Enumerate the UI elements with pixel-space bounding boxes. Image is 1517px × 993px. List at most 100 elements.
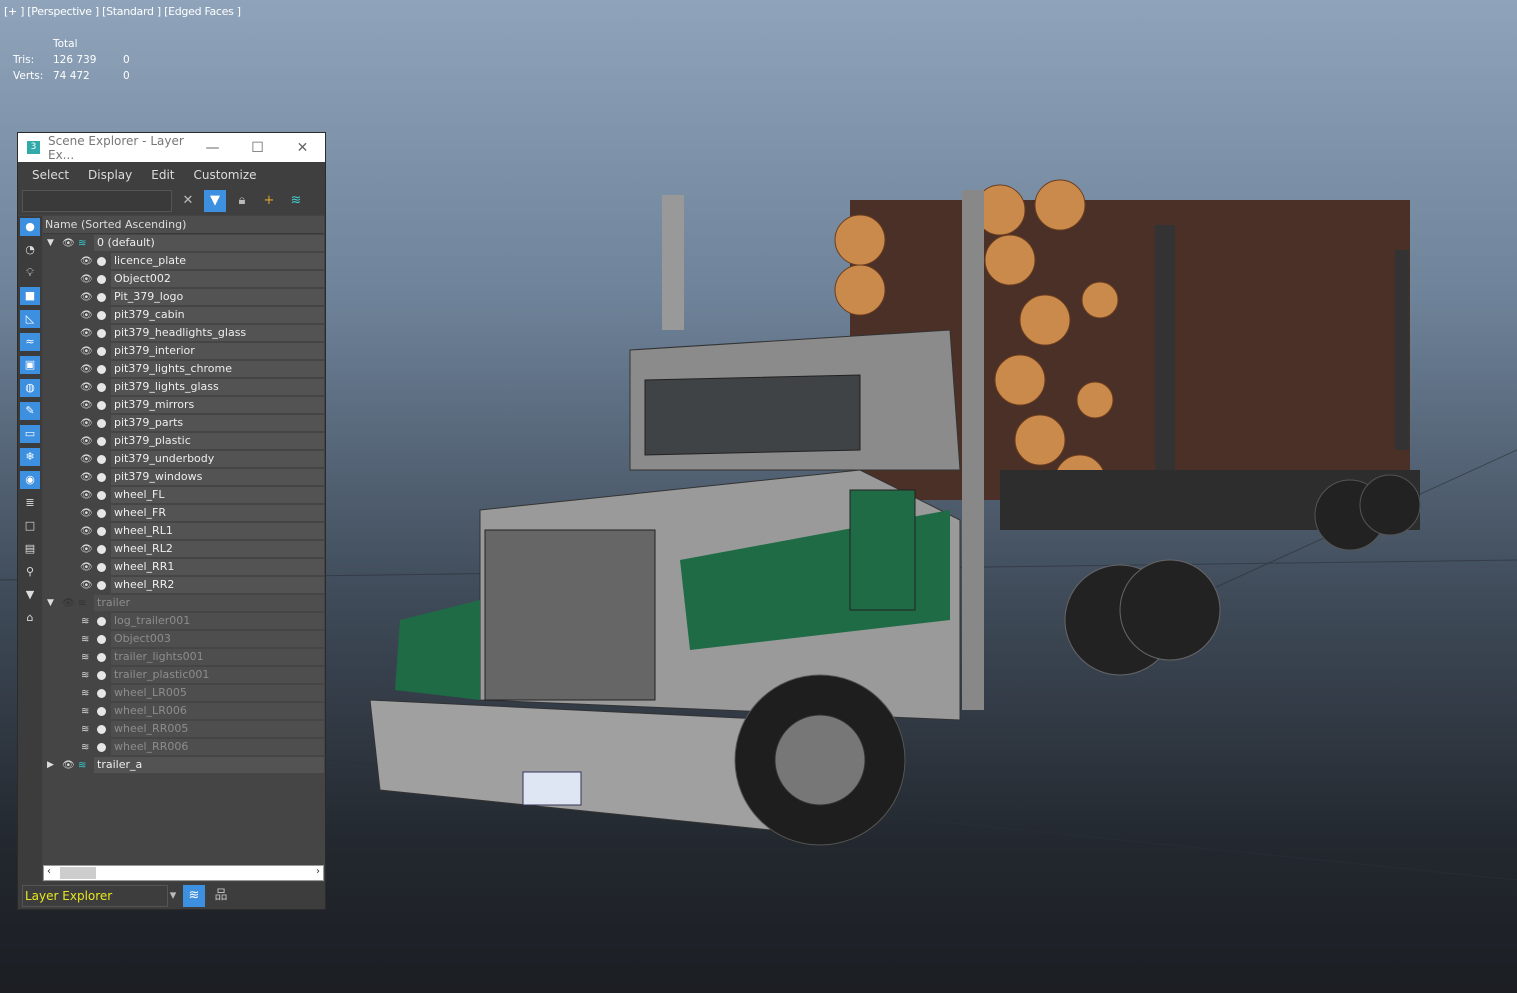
- filter-icon[interactable]: ▼: [204, 190, 226, 212]
- visibility-eye-icon[interactable]: 👁︎: [80, 292, 93, 303]
- object-dot-icon[interactable]: [97, 382, 106, 392]
- tree-row[interactable]: ≋ wheel_LR005: [43, 684, 324, 702]
- tree-row[interactable]: ≋ wheel_RR006: [43, 738, 324, 756]
- menu-select[interactable]: Select: [32, 168, 69, 182]
- object-dot-icon[interactable]: [97, 562, 106, 572]
- tree-row[interactable]: 👁︎ wheel_RL1: [43, 522, 324, 540]
- object-dot-icon[interactable]: [97, 310, 106, 320]
- visibility-eye-icon[interactable]: 👁︎: [80, 274, 93, 285]
- tree-row[interactable]: ≋ trailer_plastic001: [43, 666, 324, 684]
- tree-row[interactable]: 👁︎ wheel_FR: [43, 504, 324, 522]
- geometry-filter-icon[interactable]: ●: [20, 218, 40, 236]
- object-dot-icon[interactable]: [97, 508, 106, 518]
- visibility-eye-icon[interactable]: 👁︎: [80, 328, 93, 339]
- layer-stack-icon[interactable]: ≋: [81, 652, 89, 663]
- object-name[interactable]: pit379_windows: [111, 469, 324, 485]
- close-button[interactable]: ✕: [280, 140, 325, 156]
- object-dot-icon[interactable]: [97, 274, 106, 284]
- object-name[interactable]: wheel_LR006: [111, 703, 324, 719]
- clear-search-icon[interactable]: ✕: [177, 190, 199, 212]
- object-name[interactable]: pit379_underbody: [111, 451, 324, 467]
- layer-name[interactable]: trailer: [94, 595, 324, 611]
- search-input[interactable]: [22, 190, 172, 212]
- lights-filter-icon[interactable]: 💡︎: [20, 264, 40, 282]
- object-name[interactable]: wheel_RL1: [111, 523, 324, 539]
- helpers-filter-icon[interactable]: ◺: [20, 310, 40, 328]
- visibility-eye-icon[interactable]: 👁︎: [80, 490, 93, 501]
- collapse-arrow-icon[interactable]: ▼: [47, 598, 54, 608]
- menu-display[interactable]: Display: [88, 168, 132, 182]
- object-dot-icon[interactable]: [97, 436, 106, 446]
- object-dot-icon[interactable]: [97, 544, 106, 554]
- select-none-icon[interactable]: □: [20, 517, 40, 535]
- tree-row[interactable]: 👁︎ Object002: [43, 270, 324, 288]
- object-name[interactable]: pit379_plastic: [111, 433, 324, 449]
- object-dot-icon[interactable]: [97, 616, 106, 626]
- layer-stack-icon[interactable]: ≋: [81, 742, 89, 753]
- layer-stack-icon[interactable]: ≋: [81, 688, 89, 699]
- tree-row[interactable]: 👁︎ pit379_plastic: [43, 432, 324, 450]
- tree-row[interactable]: 👁︎ Pit_379_logo: [43, 288, 324, 306]
- object-dot-icon[interactable]: [97, 418, 106, 428]
- funnel-icon[interactable]: ▼: [20, 586, 40, 604]
- tree-row[interactable]: ▼ 👁︎ ≋ 0 (default): [43, 234, 324, 252]
- object-dot-icon[interactable]: [97, 400, 106, 410]
- object-name[interactable]: trailer_plastic001: [111, 667, 324, 683]
- layer-stack-icon[interactable]: ≋: [81, 634, 89, 645]
- tree-row[interactable]: 👁︎ wheel_RR2: [43, 576, 324, 594]
- object-dot-icon[interactable]: [97, 454, 106, 464]
- collapse-arrow-icon[interactable]: ▼: [47, 238, 54, 248]
- object-name[interactable]: pit379_headlights_glass: [111, 325, 324, 341]
- visibility-eye-icon[interactable]: 👁︎: [80, 346, 93, 357]
- visibility-eye-icon[interactable]: 👁︎: [80, 256, 93, 267]
- object-dot-icon[interactable]: [97, 364, 106, 374]
- object-dot-icon[interactable]: [97, 724, 106, 734]
- expand-arrow-icon[interactable]: ▶: [47, 760, 54, 770]
- visibility-eye-icon[interactable]: 👁︎: [80, 364, 93, 375]
- xrefs-filter-icon[interactable]: ◍: [20, 379, 40, 397]
- tree-row[interactable]: 👁︎ pit379_windows: [43, 468, 324, 486]
- menu-customize[interactable]: Customize: [194, 168, 257, 182]
- tree-row[interactable]: 👁︎ pit379_lights_chrome: [43, 360, 324, 378]
- scroll-thumb[interactable]: [60, 867, 96, 879]
- cameras-filter-icon[interactable]: ■: [20, 287, 40, 305]
- object-dot-icon[interactable]: [97, 670, 106, 680]
- object-dot-icon[interactable]: [97, 652, 106, 662]
- find-icon[interactable]: ⚲: [20, 563, 40, 581]
- tree-row[interactable]: ≋ log_trailer001: [43, 612, 324, 630]
- object-dot-icon[interactable]: [97, 472, 106, 482]
- layer-name[interactable]: trailer_a: [94, 757, 324, 773]
- tree-row[interactable]: 👁︎ pit379_headlights_glass: [43, 324, 324, 342]
- tree-row[interactable]: ≋ wheel_RR005: [43, 720, 324, 738]
- object-name[interactable]: wheel_RL2: [111, 541, 324, 557]
- minimize-button[interactable]: —: [190, 140, 235, 156]
- visibility-eye-icon[interactable]: 👁︎: [80, 562, 93, 573]
- object-dot-icon[interactable]: [97, 346, 106, 356]
- maximize-button[interactable]: ☐: [235, 140, 280, 156]
- object-name[interactable]: Pit_379_logo: [111, 289, 324, 305]
- lock-icon[interactable]: 🔒︎: [231, 190, 253, 212]
- add-layer-icon[interactable]: +: [258, 190, 280, 212]
- object-name[interactable]: pit379_mirrors: [111, 397, 324, 413]
- layer-stack-icon[interactable]: ≋: [81, 670, 89, 681]
- visibility-eye-icon[interactable]: 👁︎: [80, 310, 93, 321]
- frozen-filter-icon[interactable]: ❄: [20, 448, 40, 466]
- object-name[interactable]: wheel_FR: [111, 505, 324, 521]
- object-dot-icon[interactable]: [97, 256, 106, 266]
- tree-row[interactable]: 👁︎ pit379_interior: [43, 342, 324, 360]
- visibility-eye-icon[interactable]: 👁︎: [62, 238, 75, 249]
- object-name[interactable]: wheel_RR1: [111, 559, 324, 575]
- object-name[interactable]: wheel_RR2: [111, 577, 324, 593]
- containers-filter-icon[interactable]: ▭: [20, 425, 40, 443]
- scroll-left-icon[interactable]: ‹: [47, 866, 51, 877]
- tree-row[interactable]: 👁︎ wheel_RL2: [43, 540, 324, 558]
- scroll-right-icon[interactable]: ›: [316, 866, 320, 877]
- list-icon[interactable]: ≣: [20, 494, 40, 512]
- spacewarps-filter-icon[interactable]: ≈: [20, 333, 40, 351]
- bones-filter-icon[interactable]: ✎: [20, 402, 40, 420]
- visibility-eye-icon[interactable]: 👁︎: [80, 436, 93, 447]
- visibility-eye-icon[interactable]: 👁︎: [80, 508, 93, 519]
- object-name[interactable]: Object002: [111, 271, 324, 287]
- layer-name[interactable]: 0 (default): [94, 235, 324, 251]
- layer-stack-icon[interactable]: ≋: [81, 616, 89, 627]
